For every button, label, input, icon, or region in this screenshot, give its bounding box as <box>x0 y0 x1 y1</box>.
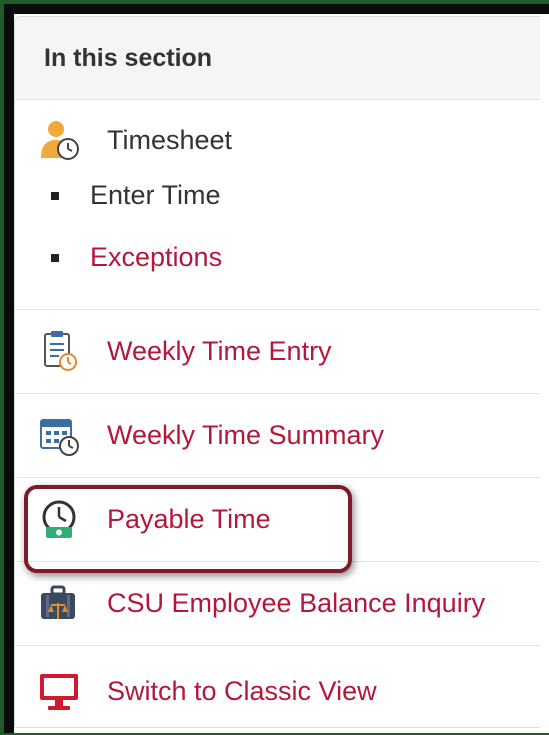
briefcase-scale-icon <box>37 581 81 625</box>
enter-time-item[interactable]: Enter Time <box>15 180 221 211</box>
balance-inquiry-item: CSU Employee Balance Inquiry <box>15 562 540 646</box>
weekly-time-summary-link[interactable]: Weekly Time Summary <box>15 413 540 457</box>
clipboard-clock-icon <box>37 329 81 373</box>
weekly-time-summary-item: Weekly Time Summary <box>15 394 540 478</box>
weekly-time-entry-label: Weekly Time Entry <box>107 335 332 366</box>
balance-inquiry-link[interactable]: CSU Employee Balance Inquiry <box>15 581 540 625</box>
timesheet-label: Timesheet <box>107 124 233 155</box>
classic-view-link[interactable]: Switch to Classic View <box>15 669 540 713</box>
payable-time-item: Payable Time <box>15 478 540 562</box>
payable-time-link[interactable]: Payable Time <box>15 497 540 541</box>
weekly-time-entry-link[interactable]: Weekly Time Entry <box>15 329 540 373</box>
timesheet-group: Timesheet Enter Time Exceptions <box>15 100 540 310</box>
calendar-clock-icon <box>37 413 81 457</box>
monitor-icon <box>37 669 81 713</box>
classic-view-label: Switch to Classic View <box>107 675 377 706</box>
clock-money-icon <box>37 497 81 541</box>
classic-view-item: Switch to Classic View <box>15 646 540 727</box>
enter-time-label: Enter Time <box>90 180 221 210</box>
timesheet-person-clock-icon <box>37 118 81 162</box>
panel-title: In this section <box>15 17 540 100</box>
bullet-icon <box>51 191 59 200</box>
bullet-icon <box>51 253 59 262</box>
timesheet-heading: Timesheet <box>15 118 540 162</box>
exceptions-label: Exceptions <box>90 242 223 272</box>
weekly-time-summary-label: Weekly Time Summary <box>107 419 385 450</box>
weekly-time-entry-item: Weekly Time Entry <box>15 310 540 394</box>
in-this-section-panel: In this section Timesheet Enter Time Exc… <box>14 16 540 728</box>
balance-inquiry-label: CSU Employee Balance Inquiry <box>107 587 486 618</box>
payable-time-label: Payable Time <box>107 503 271 534</box>
exceptions-link[interactable]: Exceptions <box>15 242 222 273</box>
